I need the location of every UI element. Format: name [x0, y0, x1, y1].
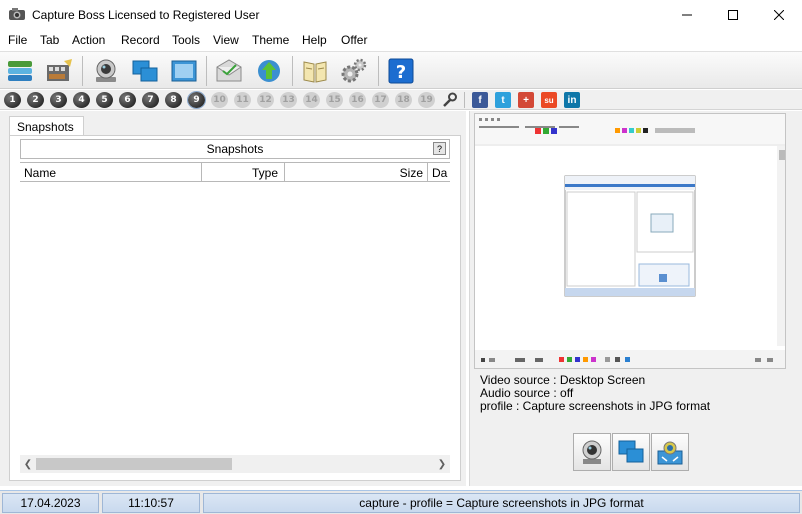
webcam-capture-button[interactable] — [573, 433, 611, 471]
profile-16-button[interactable]: 16 — [349, 92, 366, 108]
profile-6-button[interactable]: 6 — [119, 92, 136, 108]
menu-tab[interactable]: Tab — [40, 33, 59, 47]
video-source-text: Video source : Desktop Screen — [480, 373, 646, 387]
tab-snapshots[interactable]: Snapshots — [9, 116, 84, 136]
profile-9-button[interactable]: 9 — [187, 91, 206, 109]
profile-text: profile : Capture screenshots in JPG for… — [480, 399, 711, 413]
webcam-icon[interactable] — [89, 55, 123, 87]
profile-number-bar: 1 2 3 4 5 6 7 8 9 10 11 12 13 14 15 16 1… — [0, 90, 802, 110]
toolbar-separator — [378, 56, 379, 86]
windows-icon — [618, 440, 644, 463]
snapshots-tab-body: Snapshots ? Name Type Size Da ❮ ❯ — [9, 135, 461, 481]
status-time: 11:10:57 — [102, 493, 200, 513]
scroll-right-icon[interactable]: ❯ — [435, 457, 449, 471]
profile-15-button[interactable]: 15 — [326, 92, 343, 108]
menu-tools[interactable]: Tools — [172, 33, 200, 47]
book-icon[interactable] — [298, 55, 332, 87]
gears-icon[interactable] — [337, 55, 371, 87]
scroll-left-icon[interactable]: ❮ — [21, 457, 35, 471]
column-date[interactable]: Da — [428, 163, 450, 181]
webcam-icon — [582, 440, 602, 464]
window-capture-button[interactable] — [612, 433, 650, 471]
main-toolbar: ? — [0, 51, 802, 89]
close-button[interactable] — [756, 0, 802, 30]
facebook-icon[interactable]: f — [472, 92, 488, 108]
toolbar-separator — [464, 92, 465, 108]
title-bar: Capture Boss Licensed to Registered User — [0, 0, 802, 30]
menu-view[interactable]: View — [213, 33, 239, 47]
column-name[interactable]: Name — [20, 163, 202, 181]
menu-offer[interactable]: Offer — [341, 33, 367, 47]
left-panel: Snapshots Snapshots ? Name Type Size Da … — [0, 111, 466, 486]
windows-icon[interactable] — [128, 55, 162, 87]
app-camera-icon — [8, 6, 26, 22]
google-plus-icon[interactable]: + — [518, 92, 534, 108]
minimize-button[interactable] — [664, 0, 710, 30]
profile-13-button[interactable]: 13 — [280, 92, 297, 108]
wrench-icon[interactable] — [441, 92, 457, 108]
menu-bar: File Tab Action Record Tools View Theme … — [0, 30, 802, 50]
profile-3-button[interactable]: 3 — [50, 92, 67, 108]
snapshots-help-button[interactable]: ? — [433, 142, 446, 155]
profile-1-button[interactable]: 1 — [4, 92, 21, 108]
help-icon[interactable]: ? — [384, 55, 418, 87]
profile-18-button[interactable]: 18 — [395, 92, 412, 108]
stumbleupon-icon[interactable]: su — [541, 92, 557, 108]
profile-5-button[interactable]: 5 — [96, 92, 113, 108]
camera-region-icon — [657, 441, 683, 465]
profile-4-button[interactable]: 4 — [73, 92, 90, 108]
status-message: capture - profile = Capture screenshots … — [203, 493, 800, 513]
status-date: 17.04.2023 — [2, 493, 99, 513]
profile-14-button[interactable]: 14 — [303, 92, 320, 108]
snapshots-column-headers: Name Type Size Da — [20, 162, 450, 182]
menu-theme[interactable]: Theme — [252, 33, 289, 47]
toolbar-separator — [82, 56, 83, 86]
column-type[interactable]: Type — [202, 163, 285, 181]
profile-2-button[interactable]: 2 — [27, 92, 44, 108]
toolbar-separator — [206, 56, 207, 86]
linkedin-icon[interactable]: in — [564, 92, 580, 108]
scrollbar-thumb[interactable] — [36, 458, 232, 470]
window-title: Capture Boss Licensed to Registered User — [32, 8, 260, 22]
menu-record[interactable]: Record — [121, 33, 160, 47]
toolbar-separator — [292, 56, 293, 86]
film-icon[interactable] — [42, 55, 76, 87]
profile-17-button[interactable]: 17 — [372, 92, 389, 108]
profile-19-button[interactable]: 19 — [418, 92, 435, 108]
maximize-button[interactable] — [710, 0, 756, 30]
menu-action[interactable]: Action — [72, 33, 105, 47]
twitter-icon[interactable]: t — [495, 92, 511, 108]
stack-icon[interactable] — [3, 55, 37, 87]
horizontal-scrollbar[interactable]: ❮ ❯ — [20, 455, 450, 473]
svg-text:?: ? — [396, 62, 406, 83]
profile-10-button[interactable]: 10 — [211, 92, 228, 108]
audio-source-text: Audio source : off — [480, 386, 574, 400]
snapshots-header-label: Snapshots — [206, 142, 264, 156]
region-capture-button[interactable] — [651, 433, 689, 471]
mail-icon[interactable] — [212, 55, 246, 87]
upload-icon[interactable] — [252, 55, 286, 87]
region-icon[interactable] — [167, 55, 201, 87]
status-bar: 17.04.2023 11:10:57 capture - profile = … — [0, 490, 802, 514]
menu-file[interactable]: File — [8, 33, 27, 47]
profile-8-button[interactable]: 8 — [165, 92, 182, 108]
snapshots-header: Snapshots ? — [20, 139, 450, 159]
right-panel: Video source : Desktop Screen Audio sour… — [469, 111, 802, 486]
capture-preview-image — [474, 113, 786, 369]
column-size[interactable]: Size — [285, 163, 428, 181]
menu-help[interactable]: Help — [302, 33, 327, 47]
profile-11-button[interactable]: 11 — [234, 92, 251, 108]
profile-12-button[interactable]: 12 — [257, 92, 274, 108]
profile-7-button[interactable]: 7 — [142, 92, 159, 108]
